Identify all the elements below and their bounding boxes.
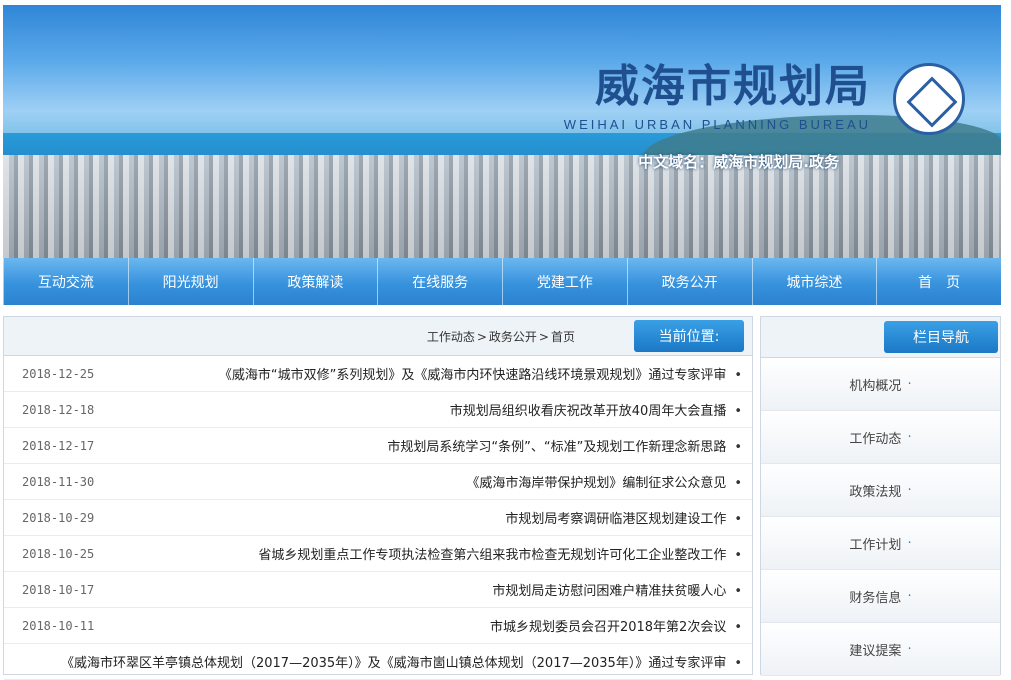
list-item[interactable]: 2018-10-29 市规划局考察调研临港区规划建设工作 • bbox=[4, 500, 752, 536]
news-title[interactable]: 《威海市“城市双修”系列规划》及《威海市内环快速路沿线环境景观规划》通过专家评审 bbox=[219, 368, 726, 383]
bullet-icon: • bbox=[734, 440, 742, 455]
list-item[interactable]: 2018-12-25 《威海市“城市双修”系列规划》及《威海市内环快速路沿线环境景… bbox=[4, 356, 752, 392]
dot-icon: · bbox=[907, 535, 912, 551]
nav-item-party-building[interactable]: 党建工作 bbox=[502, 258, 627, 305]
news-date: 2018-10-25 bbox=[22, 546, 95, 561]
list-item[interactable]: 2018-10-25 省城乡规划重点工作专项执法检查第六组来我市检查无规划许可化工… bbox=[4, 536, 752, 572]
news-date: 2018-11-30 bbox=[22, 474, 95, 489]
sidebar-item-label: 政策法规 bbox=[849, 484, 902, 500]
nav-item-policy-interpretation[interactable]: 政策解读 bbox=[252, 258, 378, 305]
breadcrumb-home[interactable]: 首页 bbox=[551, 330, 575, 344]
current-location-tab: 当前位置: bbox=[634, 320, 744, 352]
news-title[interactable]: 市规划局考察调研临港区规划建设工作 bbox=[505, 512, 726, 527]
sidebar-item-label: 财务信息 bbox=[849, 590, 902, 606]
bullet-icon: • bbox=[734, 476, 742, 491]
sidebar-header: 栏目导航 bbox=[761, 317, 1000, 358]
bullet-icon: • bbox=[734, 620, 742, 635]
sidebar-item-finance[interactable]: 财务信息 · bbox=[761, 570, 1000, 623]
sidebar-item-work-plan[interactable]: 工作计划 · bbox=[761, 517, 1000, 570]
news-list: 2018-12-25 《威海市“城市双修”系列规划》及《威海市内环快速路沿线环境景… bbox=[4, 356, 752, 680]
breadcrumb-page[interactable]: 工作动态 bbox=[427, 330, 475, 344]
news-date: 2018-12-25 bbox=[22, 366, 95, 381]
sidebar-item-work-news[interactable]: 工作动态 · bbox=[761, 411, 1000, 464]
news-title[interactable]: 市城乡规划委员会召开2018年第2次会议 bbox=[490, 620, 726, 635]
sidebar-item-label: 建议提案 bbox=[849, 643, 902, 659]
list-item[interactable]: 2018-12-18 市规划局组织收看庆祝改革开放40周年大会直播 • bbox=[4, 392, 752, 428]
nav-item-interaction[interactable]: 互动交流 bbox=[3, 258, 128, 305]
bullet-icon: • bbox=[734, 404, 742, 419]
dot-icon: · bbox=[907, 429, 912, 445]
list-item[interactable]: 2018-11-30 《威海市海岸带保护规划》编制征求公众意见 • bbox=[4, 464, 752, 500]
nav-item-home[interactable]: 首 页 bbox=[876, 258, 1001, 305]
banner-cityscape bbox=[3, 155, 1001, 258]
site-brand: 威海市规划局 WEIHAI URBAN PLANNING BUREAU bbox=[564, 61, 871, 132]
news-title[interactable]: 《威海市环翠区羊亭镇总体规划（2017—2035年）》及《威海市崮山镇总体规划（… bbox=[61, 656, 726, 671]
breadcrumb-separator: > bbox=[476, 330, 487, 344]
news-date: 2018-12-17 bbox=[22, 438, 95, 453]
news-title[interactable]: 市规划局组织收看庆祝改革开放40周年大会直播 bbox=[450, 404, 727, 419]
news-title[interactable]: 《威海市海岸带保护规划》编制征求公众意见 bbox=[466, 476, 726, 491]
sidebar-title: 栏目导航 bbox=[884, 321, 998, 353]
main-nav: 首 页 城市综述 政务公开 党建工作 在线服务 政策解读 阳光规划 互动交流 bbox=[3, 258, 1001, 305]
sidebar-item-label: 工作动态 bbox=[849, 431, 902, 447]
column-navigation: 栏目导航 机构概况 · 工作动态 · 政策法规 · 工作计划 · 财务信息 · 建议提案 · bbox=[760, 316, 1001, 676]
sidebar-item-label: 机构概况 bbox=[849, 378, 902, 394]
site-title-cn: 威海市规划局 bbox=[595, 61, 871, 112]
news-title[interactable]: 市规划局系统学习“条例”、“标准”及规划工作新理念新思路 bbox=[387, 440, 726, 455]
site-title-en: WEIHAI URBAN PLANNING BUREAU bbox=[563, 117, 871, 132]
news-title[interactable]: 市规划局走访慰问困难户精准扶贫暖人心 bbox=[492, 584, 726, 599]
bullet-icon: • bbox=[734, 656, 742, 671]
sidebar-item-label: 工作计划 bbox=[849, 537, 902, 553]
news-panel: 当前位置: 工作动态 > 政务公开 > 首页 2018-12-25 《威海市“城市双修”系… bbox=[3, 316, 753, 680]
bullet-icon: • bbox=[734, 548, 742, 563]
header-banner: 威海市规划局 WEIHAI URBAN PLANNING BUREAU 中文域名… bbox=[3, 5, 1001, 258]
nav-item-online-service[interactable]: 在线服务 bbox=[377, 258, 502, 305]
bullet-icon: • bbox=[734, 512, 742, 527]
chinese-domain-label: 中文域名：威海市规划局.政务 bbox=[638, 153, 839, 171]
bureau-logo-icon bbox=[893, 63, 965, 135]
news-title[interactable]: 省城乡规划重点工作专项执法检查第六组来我市检查无规划许可化工企业整改工作 bbox=[258, 548, 726, 563]
breadcrumb-section[interactable]: 政务公开 bbox=[489, 330, 537, 344]
news-panel-header: 当前位置: 工作动态 > 政务公开 > 首页 bbox=[4, 317, 752, 356]
sidebar-item-proposals[interactable]: 建议提案 · bbox=[761, 623, 1000, 676]
sidebar-item-policies[interactable]: 政策法规 · bbox=[761, 464, 1000, 517]
list-item[interactable]: 2018-12-17 市规划局系统学习“条例”、“标准”及规划工作新理念新思路 • bbox=[4, 428, 752, 464]
bullet-icon: • bbox=[734, 368, 742, 383]
list-item[interactable]: 2018-10-11 市城乡规划委员会召开2018年第2次会议 • bbox=[4, 608, 752, 644]
breadcrumb-separator: > bbox=[538, 330, 549, 344]
dot-icon: · bbox=[907, 376, 912, 392]
breadcrumb: 工作动态 > 政务公开 > 首页 bbox=[426, 328, 576, 345]
dot-icon: · bbox=[907, 588, 912, 604]
list-item[interactable]: 2018-10-17 市规划局走访慰问困难户精准扶贫暖人心 • bbox=[4, 572, 752, 608]
news-date: 2018-10-11 bbox=[22, 618, 95, 633]
nav-item-government-affairs[interactable]: 政务公开 bbox=[626, 258, 752, 305]
bullet-icon: • bbox=[734, 584, 742, 599]
nav-item-city-overview[interactable]: 城市综述 bbox=[751, 258, 877, 305]
news-date: 2018-10-17 bbox=[22, 582, 95, 597]
sidebar-item-organization[interactable]: 机构概况 · bbox=[761, 358, 1000, 411]
nav-item-sunshine-planning[interactable]: 阳光规划 bbox=[127, 258, 253, 305]
dot-icon: · bbox=[907, 641, 912, 657]
news-date: 2018-12-18 bbox=[22, 402, 95, 417]
news-date: 2018-10-29 bbox=[22, 510, 95, 525]
dot-icon: · bbox=[907, 482, 912, 498]
